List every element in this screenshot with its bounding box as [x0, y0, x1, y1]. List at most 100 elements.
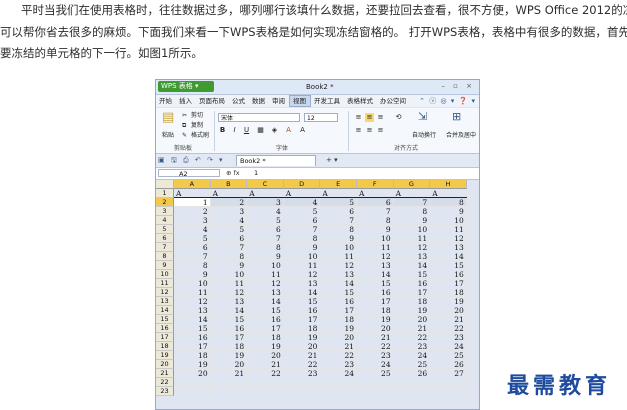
- row-header[interactable]: 2: [156, 198, 174, 207]
- table-cell[interactable]: 2: [174, 207, 211, 216]
- table-cell[interactable]: 12: [430, 234, 467, 243]
- table-cell[interactable]: 16: [283, 306, 321, 315]
- table-cell[interactable]: 24: [357, 360, 394, 369]
- row-header[interactable]: 21: [156, 369, 174, 378]
- table-cell[interactable]: 8: [320, 225, 357, 234]
- table-cell[interactable]: 9: [430, 207, 467, 216]
- table-cell[interactable]: 21: [393, 324, 431, 333]
- row-header[interactable]: 22: [156, 378, 174, 387]
- row-header[interactable]: 14: [156, 306, 174, 315]
- table-cell[interactable]: 19: [357, 315, 394, 324]
- column-header[interactable]: B: [210, 180, 248, 189]
- cut-icon[interactable]: ✂: [182, 112, 187, 120]
- table-cell[interactable]: 10: [247, 261, 284, 270]
- menu-item[interactable]: 公式: [229, 95, 249, 107]
- table-cell[interactable]: 14: [430, 252, 467, 261]
- table-cell[interactable]: 20: [210, 360, 248, 369]
- row-header[interactable]: 13: [156, 297, 174, 306]
- table-cell[interactable]: 17: [210, 333, 248, 342]
- copy-icon[interactable]: ⧉: [182, 122, 186, 130]
- table-cell[interactable]: 13: [430, 243, 467, 252]
- table-cell[interactable]: 18: [320, 315, 357, 324]
- menu-item[interactable]: 视图: [289, 95, 311, 107]
- table-cell[interactable]: 23: [357, 351, 394, 360]
- table-cell[interactable]: 17: [247, 324, 284, 333]
- column-header[interactable]: F: [357, 180, 394, 189]
- fx-icon[interactable]: ⊕ fx: [226, 168, 240, 179]
- table-cell[interactable]: 21: [320, 342, 357, 351]
- table-cell[interactable]: 17: [174, 342, 211, 351]
- table-cell[interactable]: 9: [210, 261, 248, 270]
- cut-button[interactable]: 剪切: [191, 112, 203, 120]
- table-cell[interactable]: 20: [357, 324, 394, 333]
- bold-button[interactable]: B: [218, 126, 227, 135]
- table-cell[interactable]: 21: [283, 351, 321, 360]
- table-cell[interactable]: 15: [357, 279, 394, 288]
- table-cell[interactable]: 13: [174, 306, 211, 315]
- table-cell[interactable]: 16: [247, 315, 284, 324]
- table-cell[interactable]: 10: [357, 234, 394, 243]
- table-cell[interactable]: 6: [174, 243, 211, 252]
- table-cell[interactable]: 5: [283, 207, 321, 216]
- table-cell[interactable]: 4: [283, 198, 321, 207]
- table-cell[interactable]: 10: [393, 225, 431, 234]
- menu-item[interactable]: 审阅: [269, 95, 289, 107]
- table-cell[interactable]: 6: [210, 234, 248, 243]
- table-cell[interactable]: 24: [393, 351, 431, 360]
- table-cell[interactable]: 17: [283, 315, 321, 324]
- table-cell[interactable]: 23: [320, 360, 357, 369]
- border-icon[interactable]: ▦: [256, 126, 265, 135]
- table-cell[interactable]: [174, 378, 211, 387]
- font-size-select[interactable]: 12: [304, 113, 338, 122]
- menu-item[interactable]: 数据: [249, 95, 269, 107]
- table-cell[interactable]: 13: [210, 297, 248, 306]
- table-cell[interactable]: 9: [393, 216, 431, 225]
- row-header[interactable]: 20: [156, 360, 174, 369]
- table-cell[interactable]: 25: [393, 360, 431, 369]
- name-box[interactable]: A2: [158, 169, 220, 178]
- table-cell[interactable]: 16: [210, 324, 248, 333]
- table-cell[interactable]: 13: [283, 279, 321, 288]
- table-cell[interactable]: 20: [320, 333, 357, 342]
- table-cell[interactable]: 11: [174, 288, 211, 297]
- row-header[interactable]: 12: [156, 288, 174, 297]
- table-cell[interactable]: 24: [430, 342, 467, 351]
- table-cell[interactable]: 4: [247, 207, 284, 216]
- table-cell[interactable]: [320, 378, 357, 387]
- merge-center-icon[interactable]: ⊞: [452, 111, 461, 122]
- copy-button[interactable]: 复制: [191, 122, 203, 130]
- table-cell[interactable]: [393, 378, 431, 387]
- row-header[interactable]: 10: [156, 270, 174, 279]
- table-cell[interactable]: 26: [393, 369, 431, 378]
- table-cell[interactable]: 15: [247, 306, 284, 315]
- font-grow-icon[interactable]: A: [298, 126, 307, 135]
- table-cell[interactable]: 21: [357, 333, 394, 342]
- table-cell[interactable]: 15: [430, 261, 467, 270]
- table-cell[interactable]: [357, 387, 394, 396]
- table-cell[interactable]: 3: [174, 216, 211, 225]
- table-cell[interactable]: [393, 387, 431, 396]
- row-header[interactable]: 6: [156, 234, 174, 243]
- row-header[interactable]: 7: [156, 243, 174, 252]
- table-cell[interactable]: 14: [393, 261, 431, 270]
- table-cell[interactable]: 9: [357, 225, 394, 234]
- table-cell[interactable]: 22: [430, 324, 467, 333]
- table-cell[interactable]: 25: [357, 369, 394, 378]
- table-cell[interactable]: 10: [174, 279, 211, 288]
- table-cell[interactable]: [357, 378, 394, 387]
- column-header[interactable]: D: [283, 180, 321, 189]
- table-cell[interactable]: 6: [283, 216, 321, 225]
- table-cell[interactable]: 10: [320, 243, 357, 252]
- wps-app-button[interactable]: WPS 表格 ▾: [158, 81, 214, 92]
- table-cell[interactable]: 15: [283, 297, 321, 306]
- table-cell[interactable]: 16: [320, 297, 357, 306]
- table-cell[interactable]: 5: [247, 216, 284, 225]
- row-header[interactable]: 17: [156, 333, 174, 342]
- table-cell[interactable]: 8: [247, 243, 284, 252]
- table-cell[interactable]: [320, 387, 357, 396]
- table-cell[interactable]: 12: [174, 297, 211, 306]
- column-header[interactable]: C: [247, 180, 284, 189]
- table-cell[interactable]: [430, 378, 467, 387]
- menu-item[interactable]: 办公空间: [377, 95, 410, 107]
- table-cell[interactable]: 12: [247, 279, 284, 288]
